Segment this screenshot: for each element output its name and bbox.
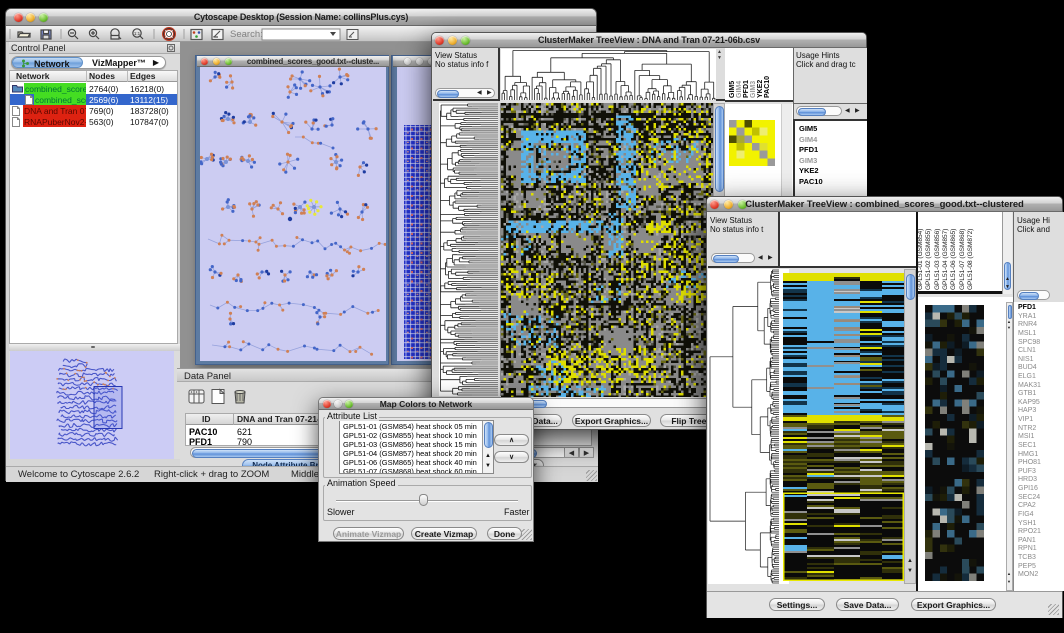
svg-text:Search:: Search: — [230, 29, 263, 40]
svg-text:1:1: 1:1 — [134, 31, 141, 36]
